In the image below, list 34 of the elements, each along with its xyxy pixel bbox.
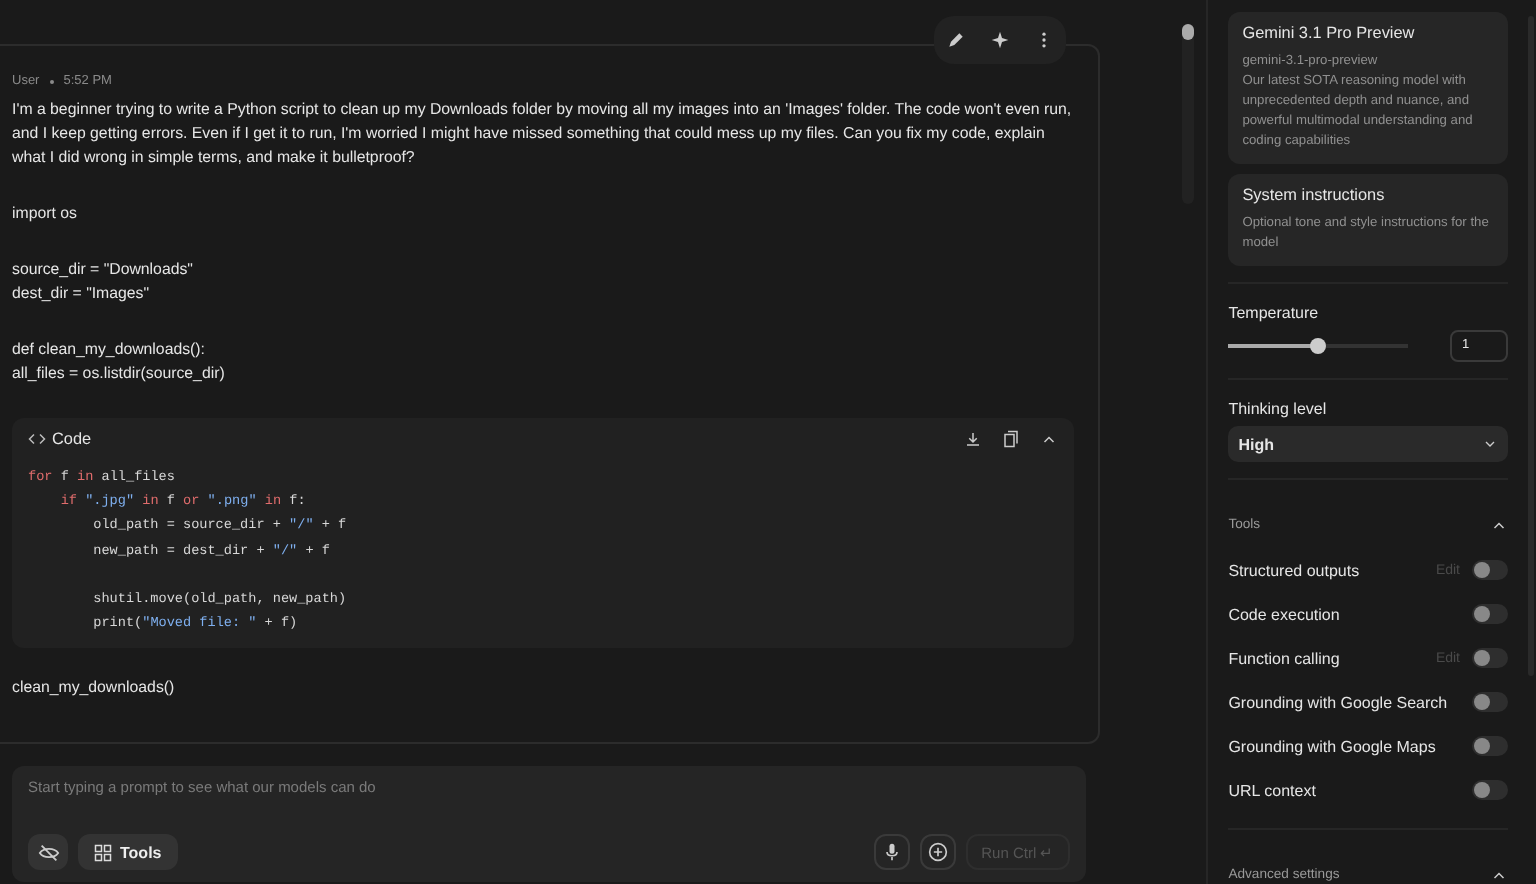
tool-label: Structured outputs — [1228, 561, 1360, 579]
add-button[interactable] — [919, 834, 956, 870]
tool-label: Code execution — [1228, 605, 1340, 623]
separator-dot — [49, 79, 54, 83]
setting-label: Temperature — [1228, 304, 1321, 322]
model-name: Gemini 3.1 Pro Preview — [1242, 24, 1417, 42]
tools-button[interactable]: Tools — [78, 834, 178, 870]
microphone-icon — [881, 842, 902, 862]
toggle-switch[interactable] — [1472, 648, 1508, 668]
download-icon[interactable] — [964, 429, 983, 447]
tool-label: Function calling — [1228, 649, 1340, 667]
tool-label: Grounding with Google Search — [1228, 693, 1448, 711]
eye-off-icon — [37, 841, 59, 863]
tool-label: URL context — [1228, 781, 1316, 799]
code-icon — [28, 431, 46, 445]
toggle-switch[interactable] — [1472, 692, 1508, 712]
copy-icon[interactable] — [1002, 429, 1021, 447]
visibility-off-button[interactable] — [28, 834, 68, 870]
tool-label: Grounding with Google Maps — [1228, 737, 1436, 755]
thinking-level-dropdown[interactable]: High — [1228, 426, 1508, 462]
plus-icon — [927, 842, 948, 862]
edit-icon[interactable] — [946, 30, 966, 50]
microphone-button[interactable] — [873, 834, 910, 870]
toggle-switch[interactable] — [1472, 780, 1508, 800]
grid-icon — [94, 843, 112, 861]
toggle-switch[interactable] — [1472, 604, 1508, 624]
toggle-switch[interactable] — [1472, 560, 1508, 580]
card-title: System instructions — [1242, 186, 1387, 204]
sparkle-icon[interactable] — [990, 30, 1010, 50]
chevron-down-icon — [1482, 436, 1498, 452]
code-title: Code — [52, 429, 92, 447]
setting-label: Thinking level — [1228, 400, 1329, 418]
toggle-switch[interactable] — [1472, 736, 1508, 756]
scrollbar[interactable] — [1182, 24, 1195, 204]
